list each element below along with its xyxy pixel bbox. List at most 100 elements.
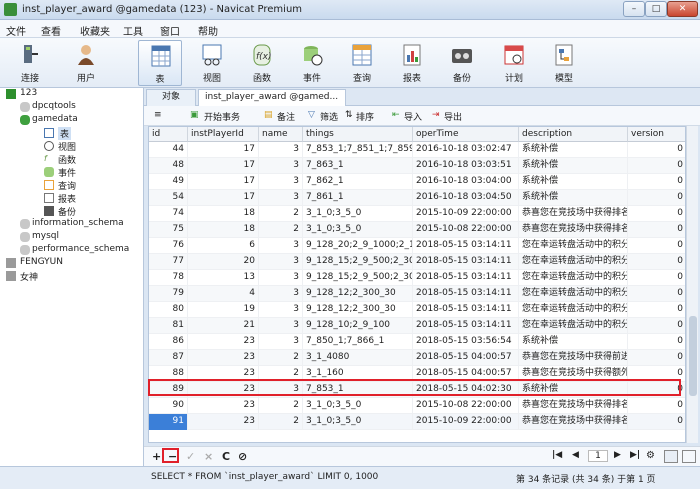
toolbar-function-button[interactable]: f(x) 函数: [240, 40, 284, 86]
cell-instplayerid[interactable]: 18: [188, 206, 259, 222]
cell-instplayerid[interactable]: 23: [188, 414, 259, 430]
cell-opertime[interactable]: 2015-10-09 22:00:00: [413, 206, 519, 222]
discard-button[interactable]: ×: [204, 450, 213, 463]
cell-instplayerid[interactable]: 21: [188, 318, 259, 334]
cell-name[interactable]: 2: [259, 206, 303, 222]
menu-tools[interactable]: 工具: [123, 23, 143, 38]
cell-instplayerid[interactable]: 23: [188, 334, 259, 350]
cell-name[interactable]: 3: [259, 286, 303, 302]
menu-favorites[interactable]: 收藏夹: [80, 23, 110, 38]
cell-version[interactable]: 0: [628, 318, 685, 334]
cell-instplayerid[interactable]: 23: [188, 398, 259, 414]
cell-description[interactable]: 恭喜您在竞技场中获得前进排: [519, 350, 628, 366]
cell-version[interactable]: 0: [628, 158, 685, 174]
cell-instplayerid[interactable]: 20: [188, 254, 259, 270]
cell-things[interactable]: 7_862_1: [303, 174, 413, 190]
cell-version[interactable]: 0: [628, 334, 685, 350]
refresh-button[interactable]: C: [222, 450, 230, 463]
table-row[interactable]: 87 23 2 3_1_4080 2018-05-15 04:00:57 恭喜您在竞技场中…: [149, 350, 685, 366]
cell-version[interactable]: 0: [628, 254, 685, 270]
cell-opertime[interactable]: 2018-05-15 03:14:11: [413, 254, 519, 270]
cell-opertime[interactable]: 2015-10-09 22:00:00: [413, 414, 519, 430]
column-header-version[interactable]: version: [628, 127, 685, 142]
cell-name[interactable]: 2: [259, 398, 303, 414]
cell-instplayerid[interactable]: 13: [188, 270, 259, 286]
cell-name[interactable]: 2: [259, 350, 303, 366]
table-row[interactable]: 76639_128_20;2_9_1000;2_12002018-05-15 0…: [149, 238, 685, 254]
cell-name[interactable]: 3: [259, 334, 303, 350]
cell-version[interactable]: 0: [628, 398, 685, 414]
cell-description[interactable]: 恭喜您在竞技场中获得排名奖: [519, 398, 628, 414]
tab-table-data[interactable]: inst_player_award @gamed...: [198, 89, 346, 106]
cell-things[interactable]: 9_128_15;2_9_500;2_300_5: [303, 270, 413, 286]
cell-description[interactable]: 您在幸运转盘活动中的积分排: [519, 254, 628, 270]
cell-id[interactable]: 87: [149, 350, 188, 366]
cell-instplayerid[interactable]: 17: [188, 158, 259, 174]
cell-opertime[interactable]: 2018-05-15 03:14:11: [413, 318, 519, 334]
cell-id[interactable]: 49: [149, 174, 188, 190]
cell-opertime[interactable]: 2018-05-15 03:56:54: [413, 334, 519, 350]
cell-opertime[interactable]: 2015-10-08 22:00:00: [413, 398, 519, 414]
cell-name[interactable]: 3: [259, 238, 303, 254]
table-row[interactable]: 781339_128_15;2_9_500;2_300_52018-05-15 …: [149, 270, 685, 286]
cell-opertime[interactable]: 2018-05-15 03:14:11: [413, 286, 519, 302]
sort-button[interactable]: 排序: [356, 110, 374, 123]
cell-instplayerid[interactable]: 6: [188, 238, 259, 254]
cell-description[interactable]: 系统补偿: [519, 158, 628, 174]
table-row[interactable]: 90 23 2 3_1_0;3_5_0 2015-10-08 22:00:00 恭喜您在竞…: [149, 398, 685, 414]
cell-version[interactable]: 0: [628, 286, 685, 302]
prev-page-icon[interactable]: ◀: [572, 450, 579, 460]
table-row[interactable]: 54 17 3 7_861_1 2016-10-18 03:04:50 系统补偿 0: [149, 190, 685, 206]
cell-id[interactable]: 74: [149, 206, 188, 222]
table-row[interactable]: 81 21 3 9_128_10;2_9_100 2018-05-15 03:14:11…: [149, 318, 685, 334]
cell-description[interactable]: 恭喜您在竞技场中获得排名奖: [519, 222, 628, 238]
cell-name[interactable]: 3: [259, 174, 303, 190]
cell-description[interactable]: 您在幸运转盘活动中的积分排: [519, 302, 628, 318]
cell-description[interactable]: 系统补偿: [519, 142, 628, 158]
cell-things[interactable]: 7_850_1;7_866_1: [303, 334, 413, 350]
cell-opertime[interactable]: 2018-05-15 03:14:11: [413, 270, 519, 286]
cell-name[interactable]: 3: [259, 158, 303, 174]
toolbar-connect-button[interactable]: 连接: [8, 40, 52, 86]
cell-version[interactable]: 0: [628, 350, 685, 366]
cell-name[interactable]: 3: [259, 190, 303, 206]
cell-version[interactable]: 0: [628, 270, 685, 286]
column-header-instplayerid[interactable]: instPlayerId: [188, 127, 259, 142]
cell-things[interactable]: 7_861_1: [303, 190, 413, 206]
form-view-icon[interactable]: [682, 450, 696, 463]
menu-window[interactable]: 窗口: [160, 23, 180, 38]
cell-id[interactable]: 80: [149, 302, 188, 318]
cell-version[interactable]: 0: [628, 190, 685, 206]
cell-instplayerid[interactable]: 23: [188, 350, 259, 366]
cell-name[interactable]: 2: [259, 414, 303, 430]
first-page-icon[interactable]: |◀: [552, 450, 562, 460]
toolbar-event-button[interactable]: 事件: [290, 40, 334, 86]
cell-version[interactable]: 0: [628, 142, 685, 158]
cell-things[interactable]: 3_1_0;3_5_0: [303, 414, 413, 430]
cell-id[interactable]: 81: [149, 318, 188, 334]
cell-things[interactable]: 7_863_1: [303, 158, 413, 174]
scrollbar-thumb[interactable]: [689, 316, 697, 396]
table-row[interactable]: 74 18 2 3_1_0;3_5_0 2015-10-09 22:00:00 恭喜您在竞…: [149, 206, 685, 222]
next-page-icon[interactable]: ▶: [614, 450, 621, 460]
cell-id[interactable]: 48: [149, 158, 188, 174]
cell-opertime[interactable]: 2018-05-15 03:14:11: [413, 238, 519, 254]
cell-id[interactable]: 77: [149, 254, 188, 270]
cell-version[interactable]: 0: [628, 302, 685, 318]
cell-instplayerid[interactable]: 17: [188, 174, 259, 190]
note-button[interactable]: 备注: [277, 110, 295, 123]
cell-id[interactable]: 79: [149, 286, 188, 302]
cell-name[interactable]: 2: [259, 222, 303, 238]
cell-version[interactable]: 0: [628, 222, 685, 238]
cell-opertime[interactable]: 2018-05-15 04:00:57: [413, 350, 519, 366]
cell-description[interactable]: 您在幸运转盘活动中的积分排: [519, 318, 628, 334]
cell-name[interactable]: 3: [259, 302, 303, 318]
column-header-description[interactable]: description: [519, 127, 628, 142]
begin-transaction-button[interactable]: 开始事务: [204, 110, 240, 123]
cell-opertime[interactable]: 2016-10-18 03:04:00: [413, 174, 519, 190]
cell-things[interactable]: 9_128_12;2_300_30: [303, 302, 413, 318]
toolbar-query-button[interactable]: 查询: [340, 40, 384, 86]
minimize-button[interactable]: –: [623, 1, 645, 17]
cell-name[interactable]: 3: [259, 270, 303, 286]
cell-things[interactable]: 9_128_15;2_9_500;2_300_5: [303, 254, 413, 270]
